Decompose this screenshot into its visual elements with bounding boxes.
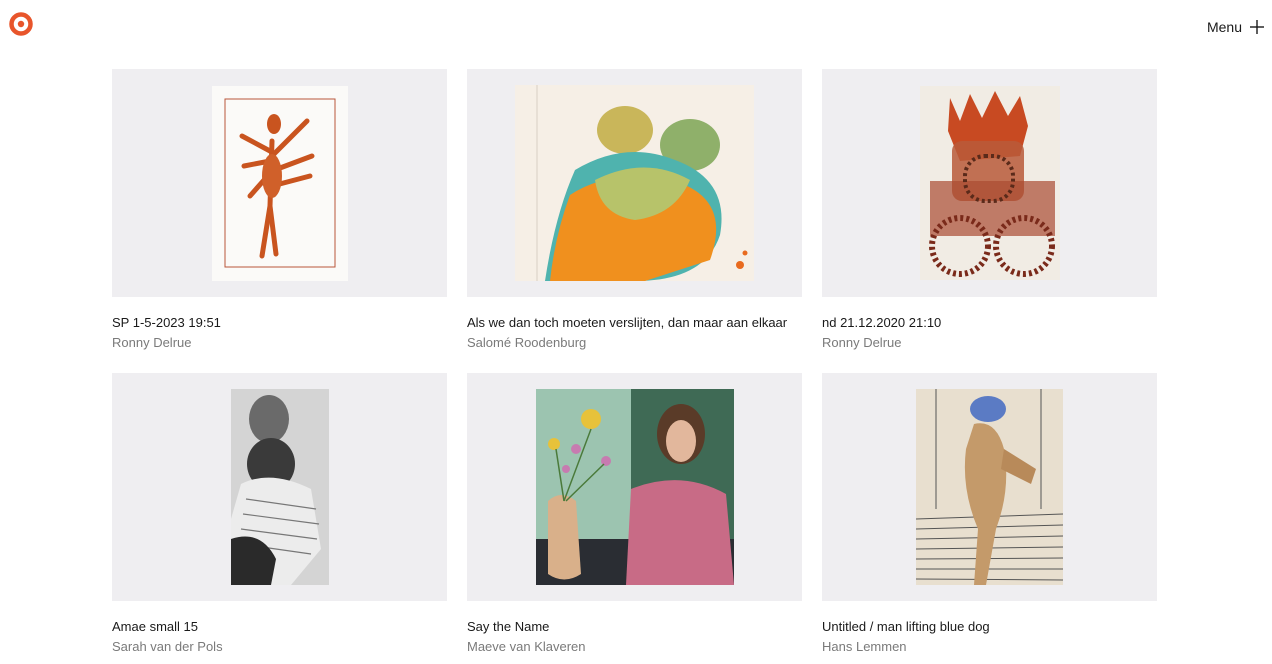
artwork-title[interactable]: Als we dan toch moeten verslijten, dan m… <box>467 315 802 330</box>
plus-icon <box>1250 20 1264 34</box>
artwork-card[interactable]: Untitled / man lifting blue dog Hans Lem… <box>822 373 1157 664</box>
artwork-image[interactable] <box>822 69 1157 297</box>
artwork-artist[interactable]: Ronny Delrue <box>112 335 447 350</box>
artwork-image[interactable] <box>467 373 802 601</box>
artwork-artist[interactable]: Hans Lemmen <box>822 639 1157 654</box>
artwork-title[interactable]: nd 21.12.2020 21:10 <box>822 315 1157 330</box>
artwork-title[interactable]: Untitled / man lifting blue dog <box>822 619 1157 634</box>
artwork-title[interactable]: SP 1-5-2023 19:51 <box>112 315 447 330</box>
artwork-card[interactable]: nd 21.12.2020 21:10 Ronny Delrue <box>822 69 1157 373</box>
menu-label: Menu <box>1206 19 1242 35</box>
artwork-artist[interactable]: Sarah van der Pols <box>112 639 447 654</box>
artwork-card[interactable]: Als we dan toch moeten verslijten, dan m… <box>467 69 802 373</box>
artwork-artist[interactable]: Salomé Roodenburg <box>467 335 802 350</box>
artwork-image[interactable] <box>822 373 1157 601</box>
artwork-image[interactable] <box>467 69 802 297</box>
artwork-image[interactable] <box>112 69 447 297</box>
artwork-title[interactable]: Amae small 15 <box>112 619 447 634</box>
artwork-card[interactable]: Amae small 15 Sarah van der Pols <box>112 373 447 664</box>
artwork-artist[interactable]: Ronny Delrue <box>822 335 1157 350</box>
artwork-card[interactable]: SP 1-5-2023 19:51 Ronny Delrue <box>112 69 447 373</box>
artwork-artist[interactable]: Maeve van Klaveren <box>467 639 802 654</box>
artwork-title[interactable]: Say the Name <box>467 619 802 634</box>
logo-icon[interactable] <box>8 11 34 37</box>
artwork-image[interactable] <box>112 373 447 601</box>
artwork-grid: SP 1-5-2023 19:51 Ronny Delrue Als we da… <box>112 69 1158 664</box>
artwork-card[interactable]: Say the Name Maeve van Klaveren <box>467 373 802 664</box>
menu-button[interactable]: Menu <box>1207 16 1264 38</box>
